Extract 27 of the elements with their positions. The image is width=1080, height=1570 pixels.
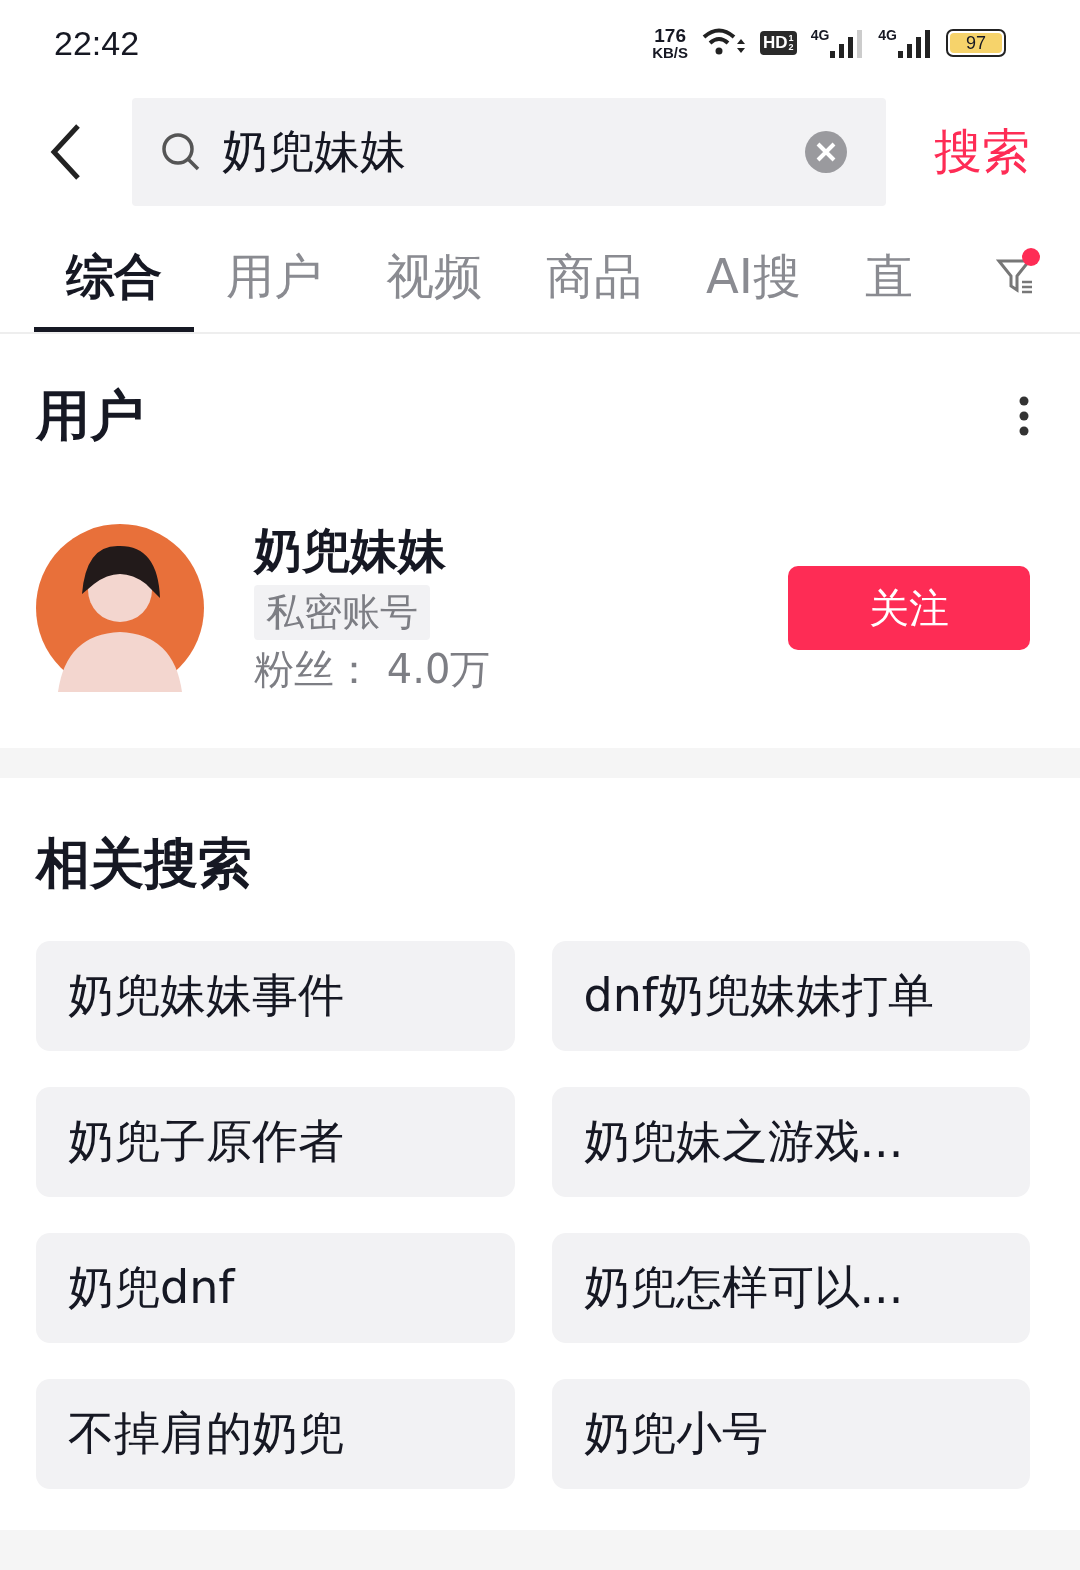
section-title: 相关搜索 <box>36 831 253 897</box>
user-name: 奶兜妹妹 <box>254 521 446 580</box>
search-icon <box>160 131 202 173</box>
related-search-chip[interactable]: dnf奶兜妹妹打单 <box>551 941 1030 1051</box>
network-type: 4G <box>810 28 830 42</box>
private-account-tag: 私密账号 <box>254 585 430 640</box>
related-search-chip[interactable]: 奶兜妹之游戏... <box>551 1087 1030 1197</box>
tab[interactable]: 综合 <box>34 226 194 332</box>
speed-unit: KB/S <box>652 45 689 60</box>
related-search-chip[interactable]: 不掉肩的奶兜 <box>36 1379 515 1489</box>
avatar[interactable] <box>36 524 204 692</box>
related-search-chip[interactable]: 奶兜怎样可以... <box>551 1233 1030 1343</box>
network-speed: 176 <box>654 26 686 45</box>
clear-icon[interactable] <box>804 130 848 174</box>
related-search-chip[interactable]: 奶兜子原作者 <box>36 1087 515 1197</box>
search-button[interactable]: 搜索 <box>934 120 1030 184</box>
related-search-chip[interactable]: 奶兜小号 <box>551 1379 1030 1489</box>
related-search-chip[interactable]: 奶兜dnf <box>36 1233 515 1343</box>
follower-count: 粉丝： 4.0万 <box>254 645 491 694</box>
related-search-chip[interactable]: 奶兜妹妹事件 <box>36 941 515 1051</box>
search-field[interactable]: 奶兜妹妹 <box>132 98 886 206</box>
status-time: 22:42 <box>54 23 140 63</box>
battery-icon: 97 <box>946 29 1006 57</box>
follow-button[interactable]: 关注 <box>788 566 1030 650</box>
section-title: 用户 <box>36 382 144 449</box>
network-type: 4G <box>878 28 897 42</box>
more-icon[interactable] <box>1018 395 1030 437</box>
